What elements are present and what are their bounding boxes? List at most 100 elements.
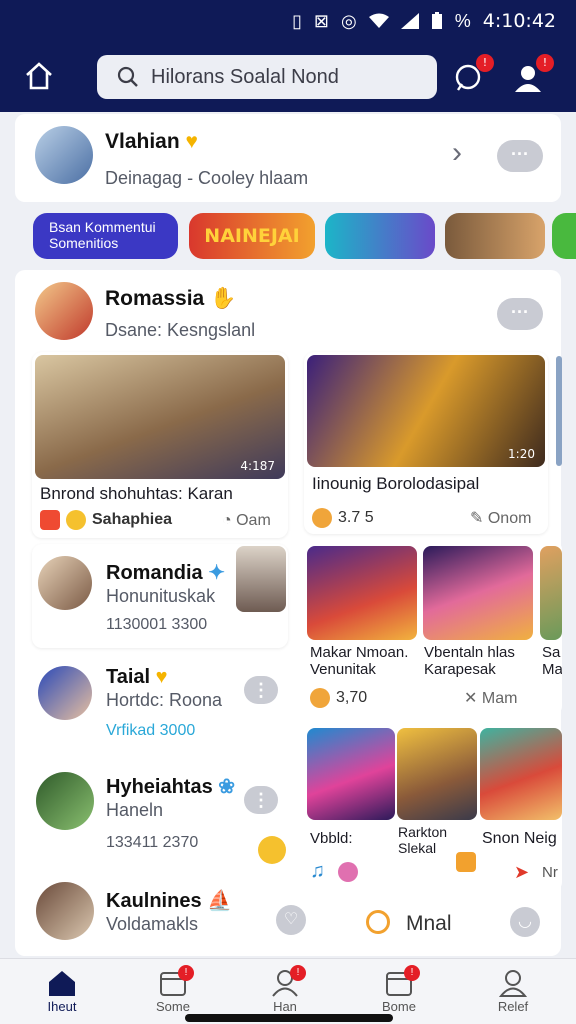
action-button[interactable]: ◡ bbox=[510, 907, 540, 937]
post-left[interactable]: 4:187 Bnrond shohuhtas: Karan Sahaphiea … bbox=[32, 352, 288, 538]
grid-thumbnail[interactable] bbox=[307, 546, 417, 640]
music-icon[interactable]: ♫ bbox=[310, 860, 325, 883]
timer-icon[interactable] bbox=[366, 910, 390, 934]
avatar bbox=[38, 666, 92, 720]
chat-badge: ! bbox=[476, 54, 494, 72]
grid-card-bottom[interactable]: Vbbld: Rarkton Slekal Snon Neig ♫ ➤ Nr bbox=[304, 724, 562, 892]
profile-button[interactable]: ! bbox=[512, 54, 554, 96]
nav-badge: ! bbox=[178, 965, 194, 981]
chip-edge[interactable] bbox=[552, 213, 576, 259]
location-icon: ◎ bbox=[341, 10, 357, 31]
profile-subtitle: Deinagag - Cooley hlaam bbox=[105, 168, 309, 188]
post-right[interactable]: 1:20 Iinounig Borolodasipal 3.7 5 ✎ Onom bbox=[304, 352, 548, 534]
more-button[interactable]: ⋮ bbox=[244, 676, 278, 704]
smile-icon[interactable] bbox=[258, 836, 286, 864]
nav-relef[interactable]: Relef bbox=[478, 969, 548, 1014]
more-button[interactable]: ··· bbox=[497, 298, 543, 330]
person-row[interactable]: Hyheiahtas ❀ Haneln 133411 2370 ⋮ bbox=[32, 766, 288, 870]
grid-card-mid[interactable]: Makar Nmoan. Venunitak Vbentaln hlas Kar… bbox=[304, 540, 562, 716]
grid-caption: Snon Neig bbox=[482, 830, 557, 847]
grid-caption: Nr bbox=[542, 864, 558, 881]
smile-icon bbox=[66, 510, 86, 530]
grid-caption: Sa Ma bbox=[542, 644, 562, 678]
post-meta: ◔ Oam bbox=[222, 512, 271, 529]
nav-han[interactable]: ! Han bbox=[250, 965, 320, 1014]
grid-stats: 3,70 bbox=[310, 688, 367, 708]
send-icon[interactable]: ➤ bbox=[514, 862, 529, 883]
grid-thumbnail[interactable] bbox=[540, 546, 562, 640]
reaction-icon bbox=[310, 688, 330, 708]
chip-label: NAINEJAI bbox=[204, 225, 300, 247]
search-input[interactable]: Hilorans Soalal Nond bbox=[97, 55, 437, 99]
battery-icon bbox=[431, 12, 442, 29]
sticker-icon[interactable] bbox=[456, 852, 476, 872]
battery-percent: % bbox=[454, 10, 471, 31]
person-name: Taial ♥ bbox=[106, 666, 168, 688]
gift-icon[interactable] bbox=[338, 862, 358, 882]
vibrate-icon: ▯ bbox=[292, 10, 302, 31]
floating-label: Mnal bbox=[406, 912, 452, 935]
like-button[interactable]: ♡ bbox=[276, 905, 306, 935]
post-caption: Iinounig Borolodasipal bbox=[312, 474, 480, 493]
nav-bome[interactable]: ! Bome bbox=[364, 965, 434, 1014]
chevron-right-icon[interactable]: › bbox=[452, 136, 462, 170]
video-duration: 4:187 bbox=[240, 459, 275, 473]
wifi-icon bbox=[368, 13, 389, 28]
person-name: Kaulnines ⛵ bbox=[106, 890, 233, 912]
person-line2: 133411 2370 bbox=[106, 834, 199, 851]
nav-label: Han bbox=[273, 999, 297, 1014]
post-meta: ✎ Onom bbox=[470, 510, 532, 527]
nav-some[interactable]: ! Some bbox=[138, 965, 208, 1014]
feed-author-subtitle: Dsane: Kesngslanl bbox=[105, 320, 256, 340]
grid-caption: Rarkton Slekal bbox=[398, 824, 448, 856]
chip-banner[interactable] bbox=[325, 213, 435, 259]
time: 4:10:42 bbox=[482, 10, 556, 32]
person-line2: 1130001 3300 bbox=[106, 616, 208, 633]
post-author: Sahaphiea bbox=[40, 510, 172, 530]
user-icon bbox=[498, 970, 528, 997]
signal-alt-icon: ⊠ bbox=[313, 10, 330, 31]
nav-badge: ! bbox=[290, 965, 306, 981]
status-bar: ▯ ⊠ ◎ % 4:10:42 bbox=[0, 0, 576, 46]
person-line1: Haneln bbox=[106, 800, 164, 820]
reaction-icon bbox=[312, 508, 332, 528]
chip-community[interactable]: Bsan Kommentui Somenitios bbox=[33, 213, 178, 259]
more-button[interactable]: ⋮ bbox=[244, 786, 278, 814]
home-button[interactable] bbox=[24, 62, 66, 96]
chat-button[interactable]: ! bbox=[452, 54, 494, 96]
search-text: Hilorans Soalal Nond bbox=[151, 65, 339, 88]
grid-thumbnail[interactable] bbox=[480, 728, 562, 820]
grid-thumbnail[interactable] bbox=[307, 728, 395, 820]
nav-label: Iheut bbox=[47, 999, 77, 1014]
person-name: Romandia ✦ bbox=[106, 562, 226, 584]
more-button[interactable]: ··· bbox=[497, 140, 543, 172]
status-icons: ▯ ⊠ ◎ % 4:10:42 bbox=[292, 10, 556, 32]
chip-nainejai[interactable]: NAINEJAI bbox=[189, 213, 315, 259]
avatar bbox=[36, 772, 94, 830]
person-row[interactable]: Taial ♥ Hortdc: Roona Vrfikad 3000 ⋮ bbox=[32, 656, 288, 760]
person-row[interactable]: Romandia ✦ Honunituskak 1130001 3300 bbox=[32, 544, 288, 648]
post-video-thumbnail[interactable]: 4:187 bbox=[35, 355, 285, 479]
person-row[interactable]: Kaulnines ⛵ Voldamakls bbox=[32, 876, 288, 954]
nav-home[interactable]: Iheut bbox=[27, 969, 97, 1014]
avatar bbox=[36, 882, 94, 940]
avatar bbox=[38, 556, 92, 610]
post-video-thumbnail[interactable]: 1:20 bbox=[307, 355, 545, 467]
nav-badge: ! bbox=[404, 965, 420, 981]
top-profile-card[interactable]: Vlahian ♥ Deinagag - Cooley hlaam › ··· bbox=[15, 114, 561, 202]
app-header: Hilorans Soalal Nond ! ! bbox=[0, 46, 576, 112]
grid-caption: Makar Nmoan. Venunitak bbox=[310, 644, 409, 678]
video-duration: 1:20 bbox=[508, 447, 535, 461]
grid-caption: Vbbld: bbox=[310, 830, 353, 847]
home-indicator bbox=[185, 1014, 393, 1022]
person-line1: Hortdc: Roona bbox=[106, 690, 223, 710]
badge-icon bbox=[40, 510, 60, 530]
person-thumbnail[interactable] bbox=[236, 546, 286, 612]
grid-thumbnail[interactable] bbox=[397, 728, 477, 820]
chip-group-photo[interactable] bbox=[445, 213, 545, 259]
grid-thumbnail[interactable] bbox=[423, 546, 533, 640]
scrollbar[interactable] bbox=[556, 356, 562, 466]
avatar bbox=[35, 282, 93, 340]
search-icon bbox=[117, 66, 138, 87]
cell-signal-icon bbox=[400, 13, 419, 29]
